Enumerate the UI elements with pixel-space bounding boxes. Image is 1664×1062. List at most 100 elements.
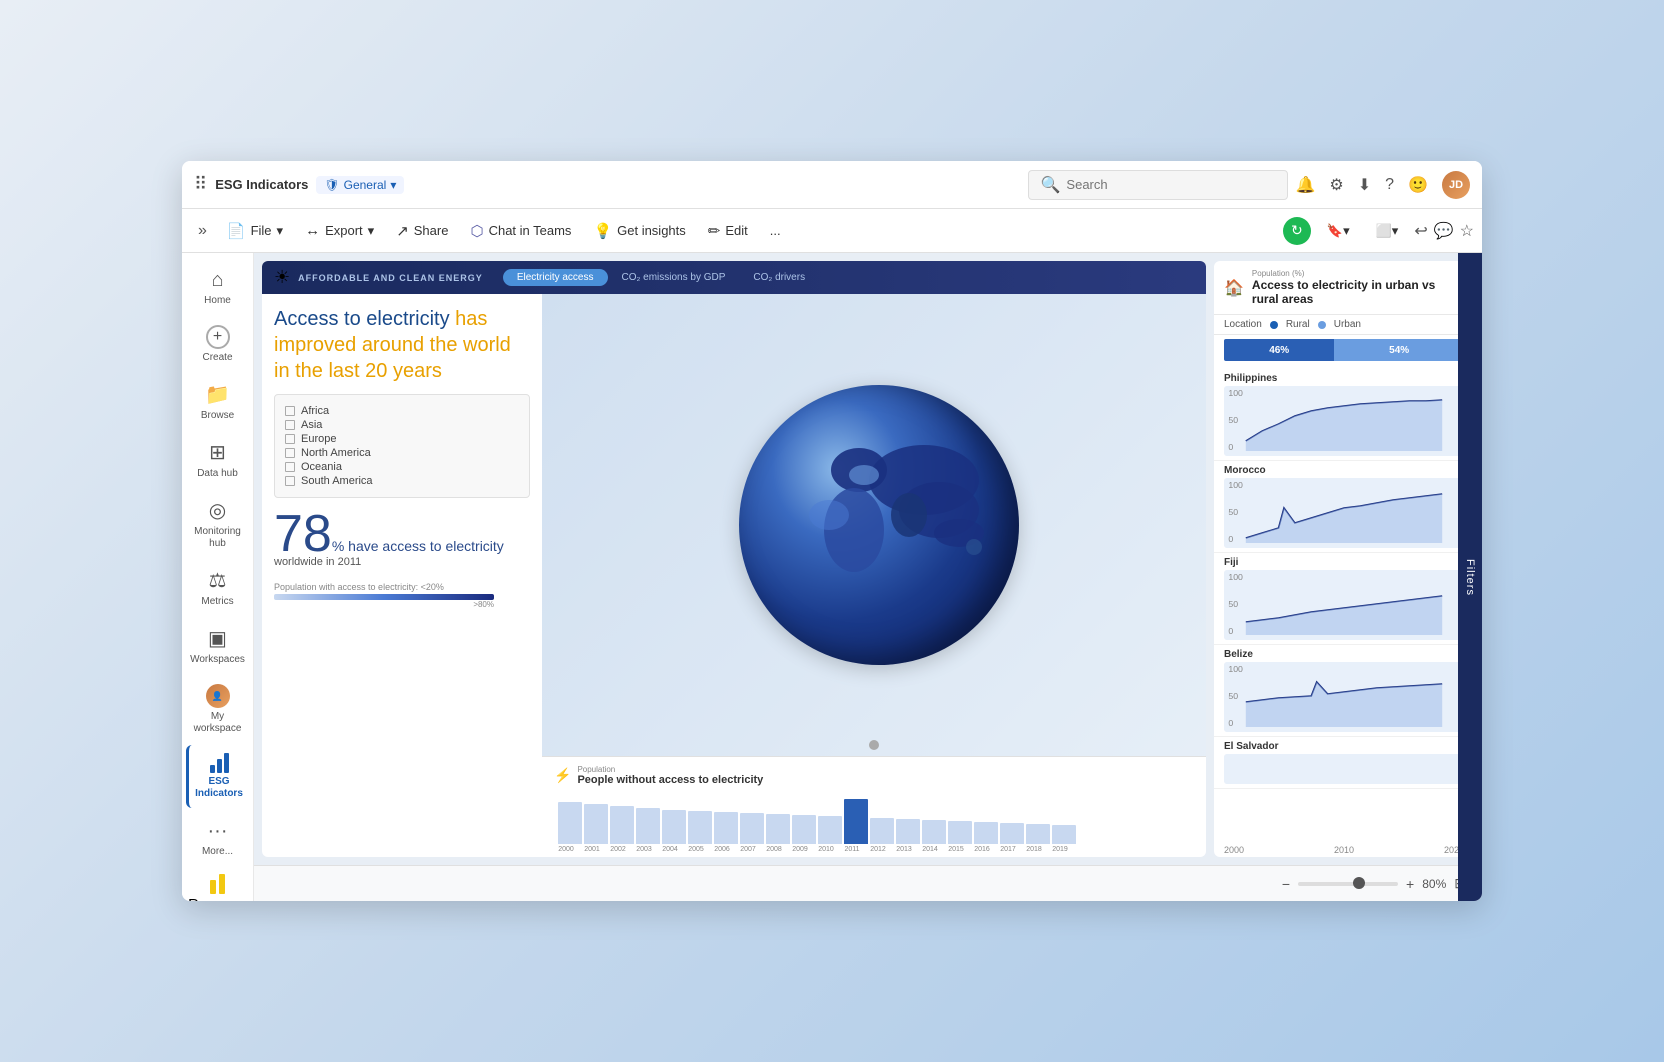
zoom-plus-btn[interactable]: + xyxy=(1406,876,1414,892)
bar-2002[interactable] xyxy=(610,806,634,844)
bar-2019[interactable] xyxy=(1052,825,1076,844)
bar-2008[interactable] xyxy=(766,814,790,844)
comment-icon[interactable]: 💬 xyxy=(1434,221,1454,241)
title-bar-left: ⠿ ESG Indicators 🛡 General ▾ xyxy=(194,174,1020,195)
svg-text:50: 50 xyxy=(1228,599,1238,609)
bar-2010[interactable] xyxy=(818,816,842,844)
sp-mini-charts[interactable]: Philippines 100 50 0 xyxy=(1214,365,1474,843)
region-north-america[interactable]: North America xyxy=(285,447,519,459)
sidebar-item-powerbi[interactable]: Power BI xyxy=(182,868,253,901)
more-options-button[interactable]: ... xyxy=(760,218,791,243)
population-bar-section: Population with access to electricity: <… xyxy=(274,582,530,609)
stat-suffix: % have access to electricity xyxy=(332,538,504,554)
share-button[interactable]: ↗ Share xyxy=(386,217,458,245)
viz-header-text: AFFORDABLE AND CLEAN ENERGY xyxy=(298,273,483,283)
sidebar-item-workspaces[interactable]: ▣ Workspaces xyxy=(186,618,250,674)
bookmark-button[interactable]: 🔖▾ xyxy=(1317,218,1360,244)
zoom-minus-btn[interactable]: − xyxy=(1282,876,1290,892)
rural-dot xyxy=(1270,321,1278,329)
insights-icon: 💡 xyxy=(593,222,612,240)
filters-panel-toggle[interactable]: Filters xyxy=(1458,253,1482,865)
side-panel: 🏠 Population (%) Access to electricity i… xyxy=(1214,261,1474,857)
svg-text:0: 0 xyxy=(1228,718,1233,728)
urban-label: Urban xyxy=(1334,319,1361,330)
file-button[interactable]: 📄 File ▾ xyxy=(217,217,293,245)
sidebar-item-monitoring[interactable]: ◎ Monitoring hub xyxy=(186,490,250,558)
sidebar-item-create[interactable]: + Create xyxy=(186,317,250,372)
bell-icon[interactable]: 🔔 xyxy=(1296,175,1316,195)
region-south-america[interactable]: South America xyxy=(285,475,519,487)
search-box[interactable]: 🔍 xyxy=(1028,170,1288,200)
bar-2009[interactable] xyxy=(792,815,816,844)
mini-chart-philippines: 100 50 0 xyxy=(1224,386,1464,456)
star-icon[interactable]: ☆ xyxy=(1460,221,1474,241)
avatar[interactable]: JD xyxy=(1442,171,1470,199)
house-icon: 🏠 xyxy=(1224,278,1244,298)
region-oceania[interactable]: Oceania xyxy=(285,461,519,473)
chat-in-teams-button[interactable]: ⬡ Chat in Teams xyxy=(460,217,581,245)
bar-2012[interactable] xyxy=(870,818,894,844)
sidebar-item-browse[interactable]: 📁 Browse xyxy=(186,374,250,430)
search-input[interactable] xyxy=(1066,177,1266,192)
emoji-icon[interactable]: 🙂 xyxy=(1408,175,1428,195)
sidebar-item-my-workspace[interactable]: 👤 My workspace xyxy=(186,676,250,743)
sidebar-item-esg[interactable]: ESG Indicators xyxy=(186,745,250,808)
bar-2006[interactable] xyxy=(714,812,738,844)
bar-2018[interactable] xyxy=(1026,824,1050,844)
tab-co2-gdp[interactable]: CO₂ emissions by GDP xyxy=(608,269,740,286)
bar-2015[interactable] xyxy=(948,821,972,844)
channel-badge[interactable]: 🛡 General ▾ xyxy=(316,176,404,194)
bar-2004[interactable] xyxy=(662,810,686,844)
bar-2005[interactable] xyxy=(688,811,712,844)
globe-continents xyxy=(739,385,1019,665)
svg-text:100: 100 xyxy=(1228,664,1243,674)
scroll-indicator xyxy=(869,740,879,750)
region-europe[interactable]: Europe xyxy=(285,433,519,445)
get-insights-button[interactable]: 💡 Get insights xyxy=(583,217,695,245)
channel-label: General xyxy=(344,178,387,192)
tab-electricity-access[interactable]: Electricity access xyxy=(503,269,608,286)
toolbar-expand-btn[interactable]: » xyxy=(190,218,215,244)
bar-2011[interactable] xyxy=(844,799,868,844)
tab-co2-drivers[interactable]: CO₂ drivers xyxy=(739,269,819,286)
undo-icon[interactable]: ↩ xyxy=(1414,221,1427,241)
datahub-icon: ⊞ xyxy=(209,440,226,465)
export-button[interactable]: ↔ Export ▾ xyxy=(295,217,384,244)
globe xyxy=(739,385,1019,665)
viz-left-panel: Access to electricity has improved aroun… xyxy=(262,294,542,856)
bar-2000[interactable] xyxy=(558,802,582,844)
apps-icon[interactable]: ⠿ xyxy=(194,174,207,195)
bar-2001[interactable] xyxy=(584,804,608,844)
zoom-thumb[interactable] xyxy=(1353,877,1365,889)
chevron-down-icon: ▾ xyxy=(277,223,284,239)
toolbar: » 📄 File ▾ ↔ Export ▾ ↗ Share ⬡ Chat in … xyxy=(182,209,1482,253)
region-asia[interactable]: Asia xyxy=(285,419,519,431)
lightning-icon: ⚡ xyxy=(554,767,571,784)
viz-map[interactable]: ⚡ Population People without access to el… xyxy=(542,294,1206,856)
edit-button[interactable]: ✏ Edit xyxy=(698,217,758,245)
search-icon: 🔍 xyxy=(1041,175,1061,195)
bar-2013[interactable] xyxy=(896,819,920,844)
bar-2017[interactable] xyxy=(1000,823,1024,844)
sidebar-item-more[interactable]: ··· More... xyxy=(186,812,250,866)
sidebar-item-metrics[interactable]: ⚖ Metrics xyxy=(186,560,250,616)
bar-2007[interactable] xyxy=(740,813,764,844)
region-africa[interactable]: Africa xyxy=(285,405,519,417)
settings-icon[interactable]: ⚙ xyxy=(1329,175,1343,195)
sidebar-item-datahub[interactable]: ⊞ Data hub xyxy=(186,432,250,488)
sidebar-item-home[interactable]: ⌂ Home xyxy=(186,261,250,315)
title-bar-right: 🔔 ⚙ ⬇ ? 🙂 JD xyxy=(1296,171,1471,199)
zoom-slider[interactable] xyxy=(1298,882,1398,886)
bar-2014[interactable] xyxy=(922,820,946,844)
esg-icon xyxy=(210,753,229,773)
bar-2016[interactable] xyxy=(974,822,998,844)
chevron-down-icon: ▾ xyxy=(390,178,396,192)
view-button[interactable]: ⬜▾ xyxy=(1366,218,1409,244)
help-icon[interactable]: ? xyxy=(1385,176,1394,194)
title-bar: ⠿ ESG Indicators 🛡 General ▾ 🔍 🔔 ⚙ ⬇ ? 🙂… xyxy=(182,161,1482,209)
refresh-button[interactable]: ↻ xyxy=(1283,217,1311,245)
chart-el-salvador: El Salvador xyxy=(1214,737,1474,789)
bar-2003[interactable] xyxy=(636,808,660,844)
download-icon[interactable]: ⬇ xyxy=(1358,175,1371,195)
urban-dot xyxy=(1318,321,1326,329)
